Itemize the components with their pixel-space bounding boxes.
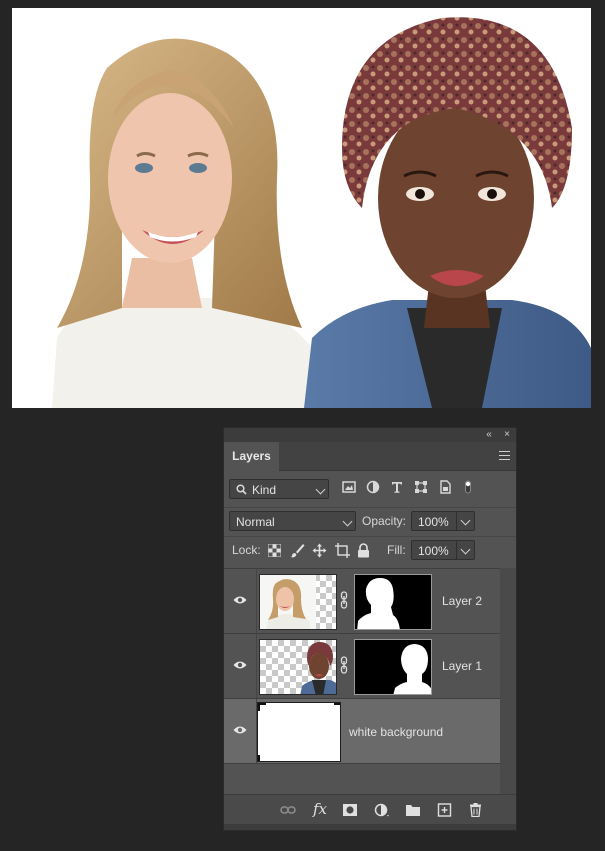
new-layer-icon[interactable] xyxy=(437,803,453,817)
layer-row-layer-1[interactable]: Layer 1 xyxy=(224,634,500,699)
layer-thumbnail-image xyxy=(260,575,316,629)
panel-tab-bar: Layers xyxy=(224,442,516,471)
selection-corners xyxy=(258,703,340,761)
layer-name[interactable]: white background xyxy=(349,725,443,739)
panel-title-bar[interactable]: « × xyxy=(224,428,516,442)
eye-icon xyxy=(233,661,247,669)
filter-toggle-icon[interactable] xyxy=(464,480,472,494)
collapse-panel-button[interactable]: « xyxy=(482,428,496,442)
link-layers-icon[interactable] xyxy=(280,803,296,817)
visibility-toggle[interactable] xyxy=(224,634,257,698)
chevron-down-icon xyxy=(460,515,471,526)
eye-icon xyxy=(233,596,247,604)
panel-menu-icon[interactable] xyxy=(499,451,510,460)
layer-thumbnail-image xyxy=(300,641,336,694)
layers-bottom-toolbar: fx xyxy=(224,794,516,825)
layer-mask-thumbnail[interactable] xyxy=(354,574,432,630)
lock-label: Lock: xyxy=(232,543,261,557)
panel-resize-grip[interactable] xyxy=(224,824,516,830)
blend-mode-select[interactable]: Normal xyxy=(229,511,356,531)
trash-icon[interactable] xyxy=(468,803,484,817)
blend-mode-value: Normal xyxy=(236,515,275,529)
pixel-layer-filter-icon[interactable] xyxy=(342,480,356,494)
visibility-toggle[interactable] xyxy=(224,699,257,763)
fill-input[interactable]: 100% xyxy=(411,540,475,560)
document-canvas[interactable] xyxy=(12,8,591,408)
layer-name[interactable]: Layer 2 xyxy=(442,594,482,608)
composite-portrait-image xyxy=(52,17,591,408)
chevron-down-icon xyxy=(460,544,471,555)
opacity-input[interactable]: 100% xyxy=(411,511,475,531)
layer-mask-icon[interactable] xyxy=(342,803,358,817)
lock-image-pixels-icon[interactable] xyxy=(290,543,305,558)
type-layer-filter-icon[interactable] xyxy=(390,480,404,494)
layer-row-white-background[interactable]: white background xyxy=(224,699,500,764)
fill-label: Fill: xyxy=(387,543,406,557)
layer-list-scrollbar[interactable] xyxy=(500,568,516,794)
filter-kind-select[interactable]: Kind xyxy=(229,479,329,499)
close-panel-button[interactable]: × xyxy=(500,428,514,442)
opacity-label: Opacity: xyxy=(362,514,407,528)
mask-link-icon[interactable] xyxy=(340,656,348,674)
layer-name[interactable]: Layer 1 xyxy=(442,659,482,673)
filter-kind-value: Kind xyxy=(252,483,277,497)
layer-row-layer-2[interactable]: Layer 2 xyxy=(224,569,500,634)
layer-filter-row: Kind xyxy=(224,476,516,504)
layer-thumbnail[interactable] xyxy=(259,639,337,695)
mask-shape xyxy=(393,644,431,694)
lock-transparent-pixels-icon[interactable] xyxy=(268,544,281,557)
tab-layers[interactable]: Layers xyxy=(224,442,279,471)
search-icon xyxy=(236,484,247,495)
blend-row: Normal Opacity: 100% xyxy=(224,507,516,534)
layers-panel: « × Layers Kind Normal Opacity: 100% Loc… xyxy=(224,428,516,830)
lock-row: Lock: Fill: 100% xyxy=(224,536,516,563)
fill-value: 100% xyxy=(418,544,449,558)
adjustment-layer-icon[interactable] xyxy=(374,803,390,817)
layer-mask-thumbnail[interactable] xyxy=(354,639,432,695)
visibility-toggle[interactable] xyxy=(224,569,257,633)
layer-list: Layer 2 Layer 1 white background xyxy=(224,568,500,795)
lock-all-icon[interactable] xyxy=(357,543,370,558)
shape-layer-filter-icon[interactable] xyxy=(414,480,428,494)
smart-object-filter-icon[interactable] xyxy=(438,480,452,494)
opacity-value: 100% xyxy=(418,515,449,529)
lock-position-icon[interactable] xyxy=(312,543,327,558)
layer-thumbnail[interactable] xyxy=(257,702,341,762)
chevron-down-icon xyxy=(315,484,326,495)
chevron-down-icon xyxy=(342,516,353,527)
mask-link-icon[interactable] xyxy=(340,591,348,609)
mask-shape xyxy=(357,578,400,629)
adjustment-layer-filter-icon[interactable] xyxy=(366,480,380,494)
group-folder-icon[interactable] xyxy=(405,803,421,817)
eye-icon xyxy=(233,726,247,734)
lock-artboard-icon[interactable] xyxy=(335,543,350,558)
layer-thumbnail[interactable] xyxy=(259,574,337,630)
fx-icon[interactable]: fx xyxy=(313,800,327,818)
